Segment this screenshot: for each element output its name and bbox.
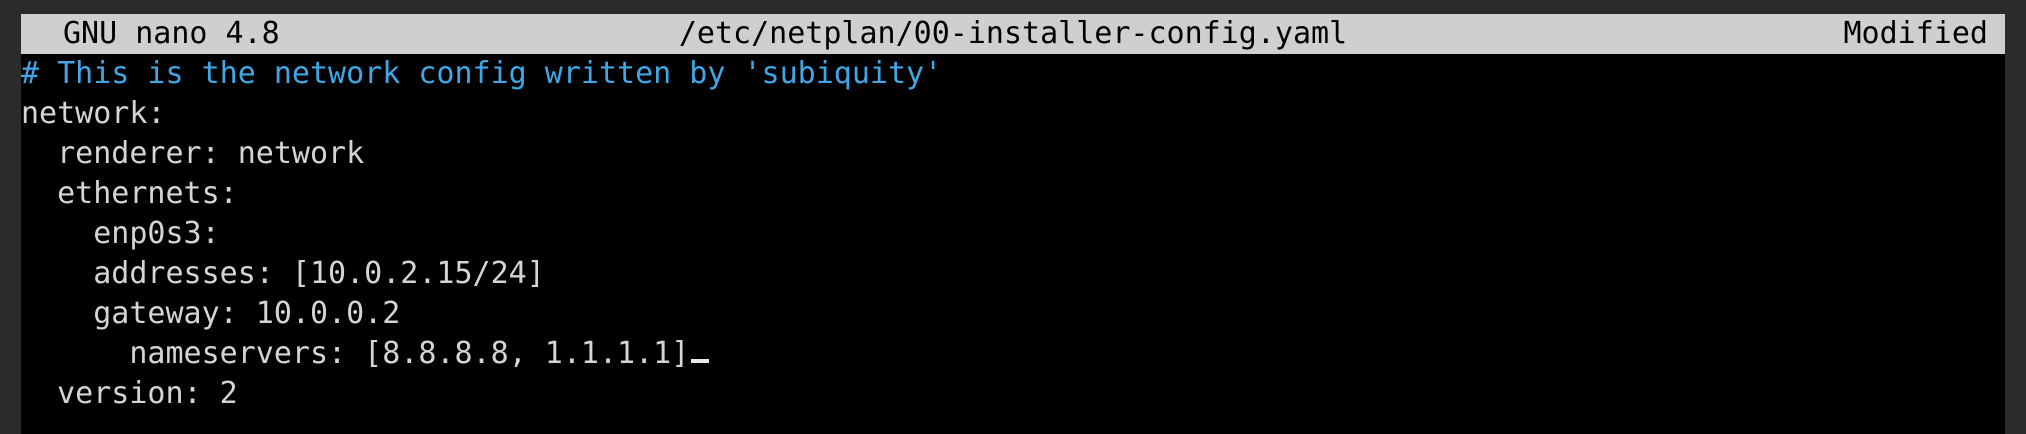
editor-line-nameservers[interactable]: nameservers: [8.8.8.8, 1.1.1.1] xyxy=(21,334,2005,374)
editor-line-interface[interactable]: enp0s3: xyxy=(21,214,2005,254)
editor-line-addresses[interactable]: addresses: [10.0.2.15/24] xyxy=(21,254,2005,294)
nano-title-bar: GNU nano 4.8 /etc/netplan/00-installer-c… xyxy=(21,14,2005,54)
file-path-label: /etc/netplan/00-installer-config.yaml xyxy=(678,16,1348,51)
editor-line-ethernets[interactable]: ethernets: xyxy=(21,174,2005,214)
modified-status-label: Modified xyxy=(1843,16,1989,51)
text-cursor xyxy=(691,359,710,363)
editor-line-gateway[interactable]: gateway: 10.0.0.2 xyxy=(21,294,2005,334)
editor-line-comment[interactable]: # This is the network config written by … xyxy=(21,54,2005,94)
editor-line-network[interactable]: network: xyxy=(21,94,2005,134)
nameservers-text: nameservers: [8.8.8.8, 1.1.1.1] xyxy=(21,336,690,371)
editor-line-version[interactable]: version: 2 xyxy=(21,374,2005,414)
terminal-window[interactable]: GNU nano 4.8 /etc/netplan/00-installer-c… xyxy=(21,14,2005,434)
editor-line-renderer[interactable]: renderer: network xyxy=(21,134,2005,174)
editor-text-area[interactable]: # This is the network config written by … xyxy=(21,54,2005,414)
